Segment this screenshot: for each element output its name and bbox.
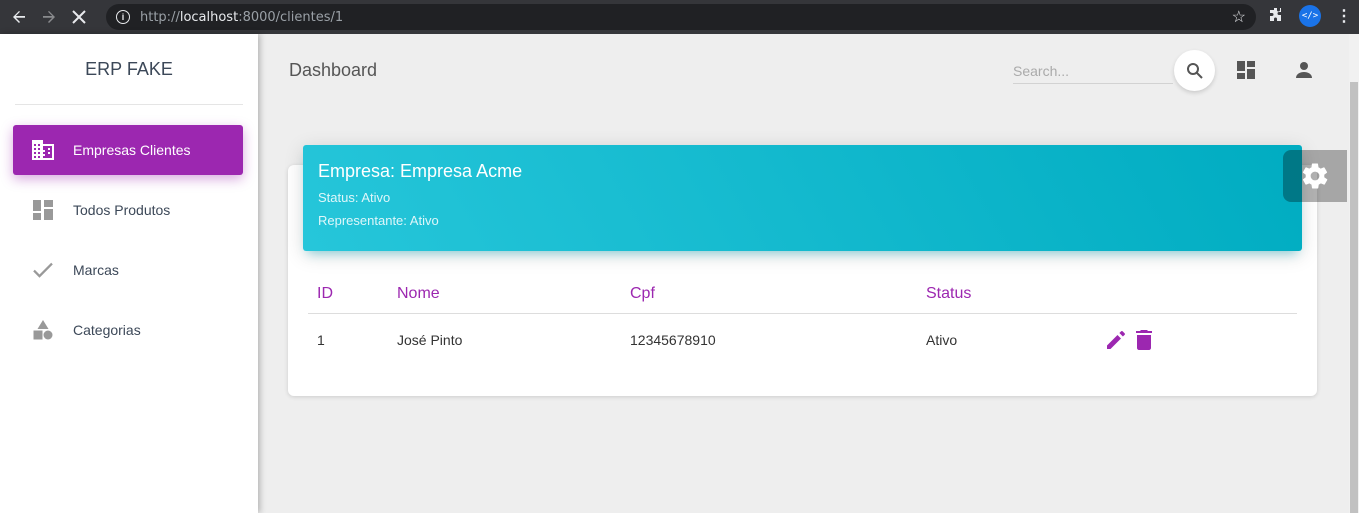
edit-icon [1107, 331, 1125, 349]
table-row: 1 José Pinto 12345678910 Ativo [308, 314, 1297, 366]
sidebar: ERP FAKE Empresas Clientes Todos Produto… [0, 34, 258, 513]
search-icon [1186, 62, 1203, 79]
card-status: Status: Ativo [318, 190, 391, 205]
forward-icon[interactable] [34, 0, 64, 34]
column-header-nome: Nome [397, 284, 440, 302]
card-representative: Representante: Ativo [318, 213, 439, 228]
gear-icon [1302, 163, 1328, 189]
site-info-icon[interactable]: i [116, 10, 130, 24]
cell-cpf: 12345678910 [630, 332, 716, 348]
scrollbar-thumb[interactable] [1350, 82, 1358, 513]
sidebar-nav: Empresas Clientes Todos Produtos Marcas … [0, 105, 258, 355]
dashboard-icon [13, 200, 73, 220]
browser-toolbar: i http://localhost:8000/clientes/1 ☆ </>… [0, 0, 1359, 34]
sidebar-item-categorias[interactable]: Categorias [13, 305, 243, 355]
trash-icon [1136, 330, 1152, 350]
table-header: ID Nome Cpf Status [308, 274, 1297, 314]
edit-button[interactable] [1106, 330, 1126, 350]
bookmark-star-icon[interactable]: ☆ [1232, 7, 1246, 27]
page-title: Dashboard [289, 60, 378, 80]
row-actions [1106, 330, 1297, 350]
check-icon [13, 262, 73, 278]
address-bar[interactable]: i http://localhost:8000/clientes/1 ☆ [106, 4, 1256, 30]
browser-menu-icon[interactable]: ⋮ [1336, 6, 1352, 26]
sidebar-item-empresas-clientes[interactable]: Empresas Clientes [13, 125, 243, 175]
stop-loading-icon[interactable] [64, 0, 94, 34]
category-icon [13, 320, 73, 340]
url-text: http://localhost:8000/clientes/1 [140, 9, 344, 25]
dashboard-button[interactable] [1235, 59, 1257, 81]
person-icon [1296, 62, 1312, 78]
sidebar-item-label: Marcas [73, 262, 119, 278]
cell-nome: José Pinto [397, 332, 463, 348]
clients-table: ID Nome Cpf Status 1 José Pinto 12345678… [308, 274, 1297, 366]
search-button[interactable] [1174, 50, 1215, 91]
profile-button[interactable] [1293, 59, 1315, 81]
column-header-cpf: Cpf [630, 284, 655, 302]
business-icon [13, 140, 73, 160]
column-header-id: ID [317, 284, 333, 302]
sidebar-item-todos-produtos[interactable]: Todos Produtos [13, 185, 243, 235]
devtools-extension-icon[interactable]: </> [1299, 5, 1321, 27]
sidebar-item-marcas[interactable]: Marcas [13, 245, 243, 295]
extensions-icon[interactable] [1268, 7, 1284, 27]
back-icon[interactable] [4, 0, 34, 34]
cell-id: 1 [317, 332, 325, 348]
sidebar-item-label: Empresas Clientes [73, 142, 191, 158]
search-input[interactable] [1013, 58, 1173, 84]
sidebar-item-label: Categorias [73, 322, 141, 338]
brand-logo-text[interactable]: ERP FAKE [0, 34, 258, 104]
column-header-status: Status [926, 284, 972, 302]
dashboard-icon [1237, 61, 1255, 79]
page-scrollbar[interactable] [1349, 34, 1359, 513]
card-header: Empresa: Empresa Acme Status: Ativo Repr… [303, 145, 1302, 251]
delete-button[interactable] [1134, 330, 1154, 350]
cell-status: Ativo [926, 332, 958, 348]
card-title: Empresa: Empresa Acme [318, 161, 523, 181]
fixed-plugin-settings-button[interactable] [1283, 150, 1347, 202]
sidebar-item-label: Todos Produtos [73, 202, 171, 218]
